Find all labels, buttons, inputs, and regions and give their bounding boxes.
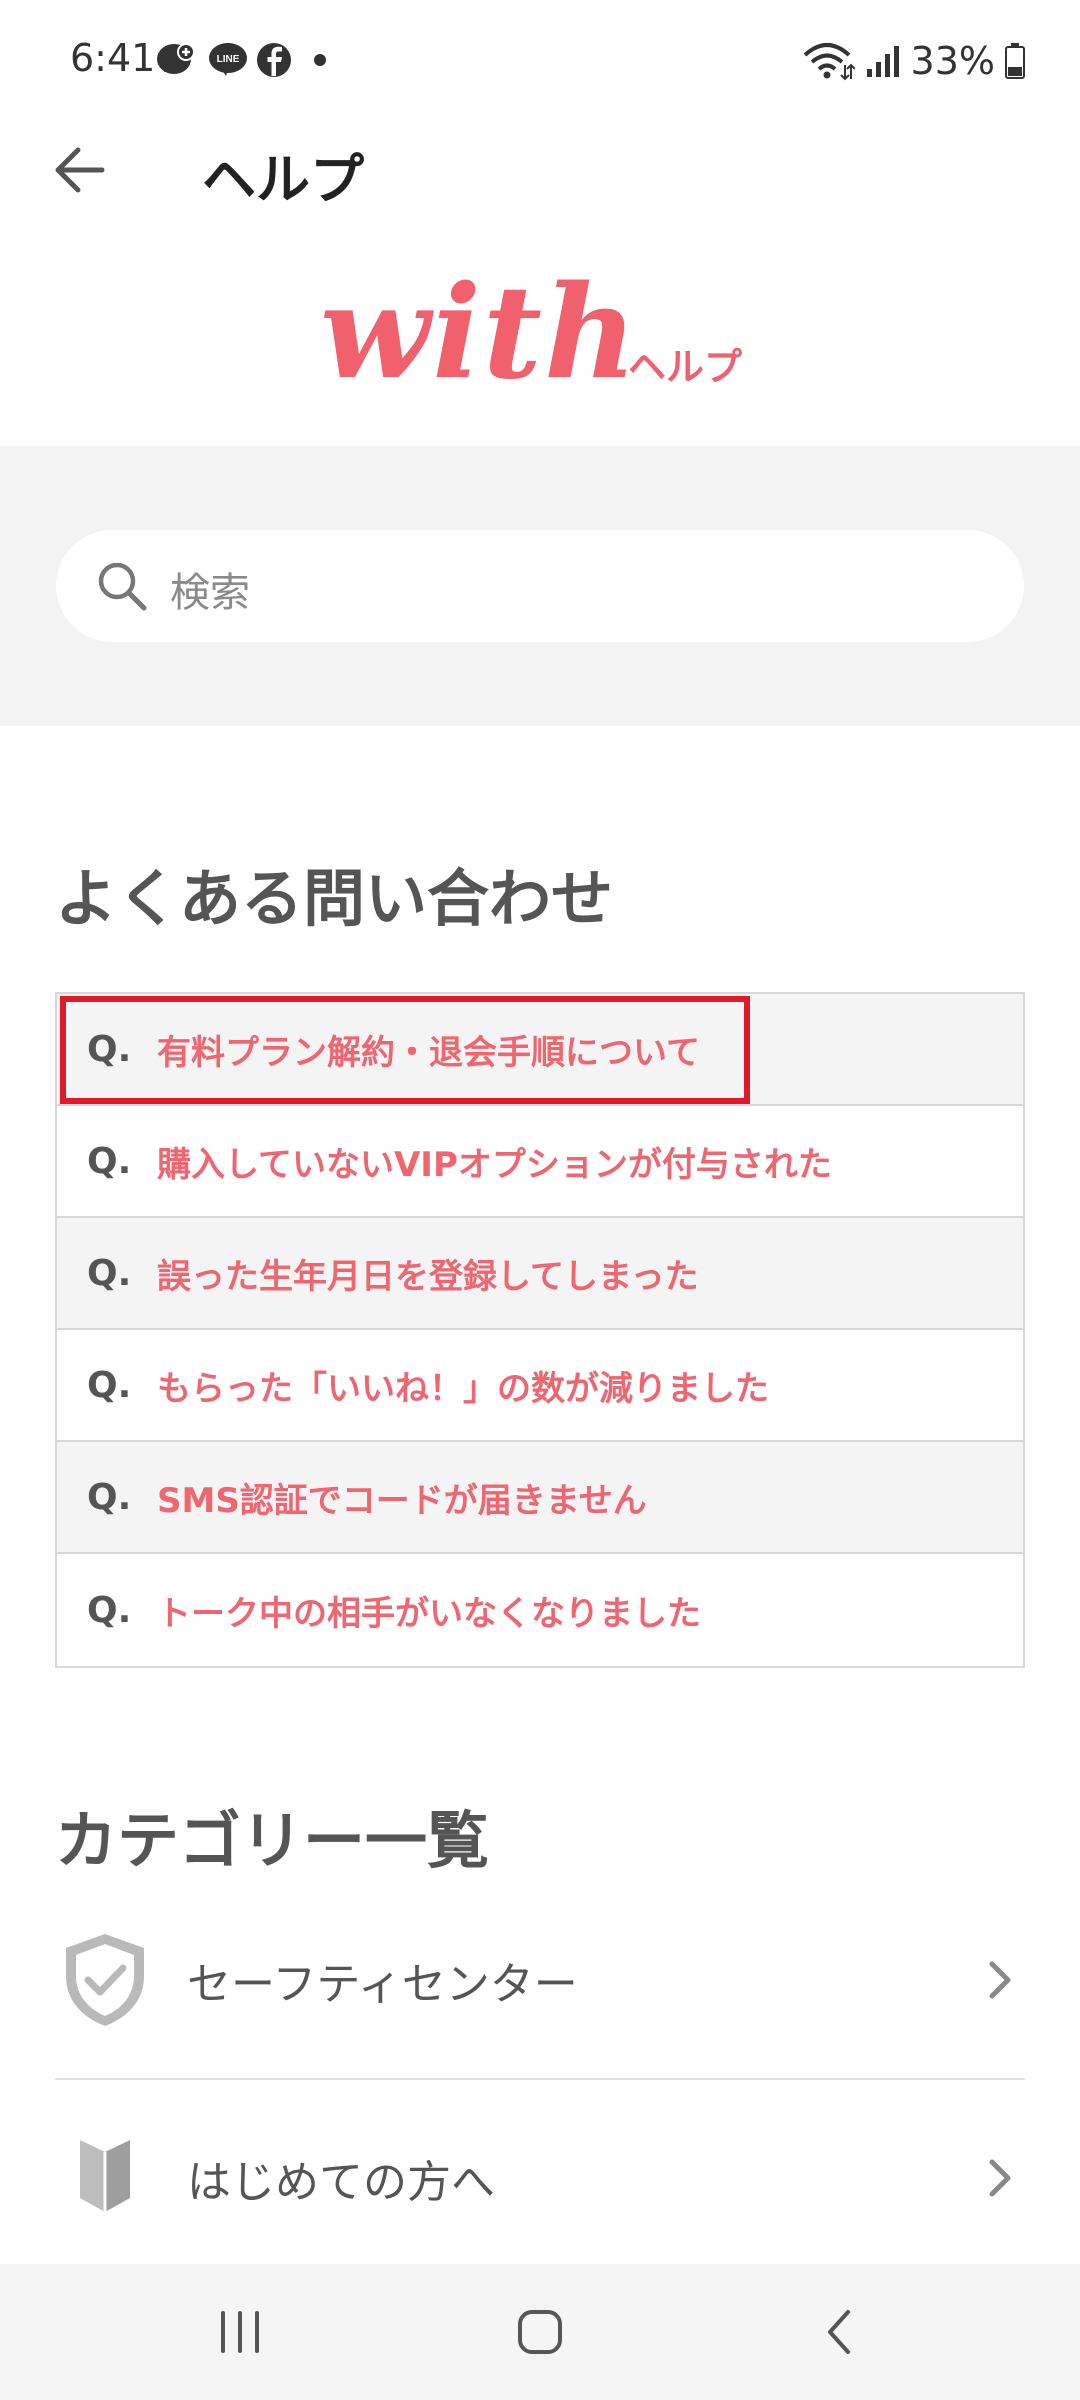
wifi-icon [803, 43, 855, 81]
faq-item[interactable]: Q. もらった「いいね！」の数が減りました [57, 1330, 1023, 1442]
recent-apps-icon [221, 2311, 259, 2353]
faq-item-text: もらった「いいね！」の数が減りました [157, 1368, 769, 1409]
faq-item-text: 誤った生年月日を登録してしまった [157, 1256, 699, 1297]
faq-item-text: 購入していないVIPオプションが付与された [157, 1144, 832, 1185]
logo-subtitle: ヘルプ [628, 345, 743, 389]
search-icon [98, 562, 147, 611]
home-button[interactable] [480, 2292, 600, 2372]
category-item-safety-center[interactable]: セーフティセンター [55, 1900, 1025, 2060]
signal-icon [866, 46, 899, 77]
page-title: ヘルプ [202, 148, 364, 211]
faq-section-title: よくある問い合わせ [55, 862, 614, 935]
faq-q-prefix: Q. [87, 1028, 132, 1070]
logo-wordmark: with [320, 258, 639, 408]
search-input[interactable]: 検索 [56, 530, 1024, 642]
facebook-icon [257, 43, 291, 77]
app-bar: ヘルプ [0, 120, 1080, 250]
back-icon [828, 2310, 850, 2354]
faq-item-text: トーク中の相手がいなくなりました [157, 1593, 701, 1634]
recent-apps-button[interactable] [180, 2292, 300, 2372]
category-divider [55, 2078, 1025, 2080]
faq-item-text: 有料プラン解約・退会手順について [157, 1032, 700, 1073]
categories-section-title: カテゴリー一覧 [55, 1804, 490, 1877]
status-time: 6:41 [70, 36, 156, 80]
faq-q-prefix: Q. [87, 1476, 132, 1518]
category-label: セーフティセンター [187, 1959, 578, 2010]
category-label: はじめての方へ [187, 2157, 495, 2208]
faq-list: Q. 有料プラン解約・退会手順について Q. 購入していないVIPオプションが付… [55, 992, 1025, 1668]
faq-item[interactable]: Q. トーク中の相手がいなくなりました [57, 1554, 1023, 1666]
battery-percentage: 33% [910, 39, 995, 83]
faq-item[interactable]: Q. 購入していないVIPオプションが付与された [57, 1106, 1023, 1218]
home-icon [518, 2310, 562, 2354]
system-nav-bar [0, 2264, 1080, 2400]
chevron-right-icon [975, 2153, 1025, 2203]
search-placeholder: 検索 [170, 570, 250, 616]
beginner-mark-icon [55, 2128, 155, 2228]
svg-text:LINE: LINE [217, 54, 240, 65]
faq-item[interactable]: Q. 誤った生年月日を登録してしまった [57, 1218, 1023, 1330]
line-icon: LINE [209, 43, 247, 76]
status-bar: 6:41 LINE 33% [0, 0, 1080, 120]
search-section: 検索 [0, 446, 1080, 726]
faq-item[interactable]: Q. 有料プラン解約・退会手順について [57, 994, 1023, 1106]
arrow-left-icon [55, 147, 105, 193]
status-right-group: 33% [803, 36, 1025, 86]
chevron-right-icon [975, 1955, 1025, 2005]
faq-item-text: SMS認証でコードが届きません [157, 1480, 647, 1521]
category-item-beginners[interactable]: はじめての方へ [55, 2098, 1025, 2258]
faq-item[interactable]: Q. SMS認証でコードが届きません [57, 1442, 1023, 1554]
messenger-icon [157, 43, 195, 74]
notification-dot [314, 54, 326, 66]
with-help-logo: with ヘルプ [320, 268, 780, 398]
back-button[interactable] [40, 130, 120, 210]
faq-q-prefix: Q. [87, 1140, 132, 1182]
faq-q-prefix: Q. [87, 1589, 132, 1631]
faq-q-prefix: Q. [87, 1252, 132, 1294]
faq-q-prefix: Q. [87, 1364, 132, 1406]
shield-check-icon [55, 1930, 155, 2030]
battery-icon [1005, 43, 1025, 79]
system-back-button[interactable] [780, 2292, 900, 2372]
